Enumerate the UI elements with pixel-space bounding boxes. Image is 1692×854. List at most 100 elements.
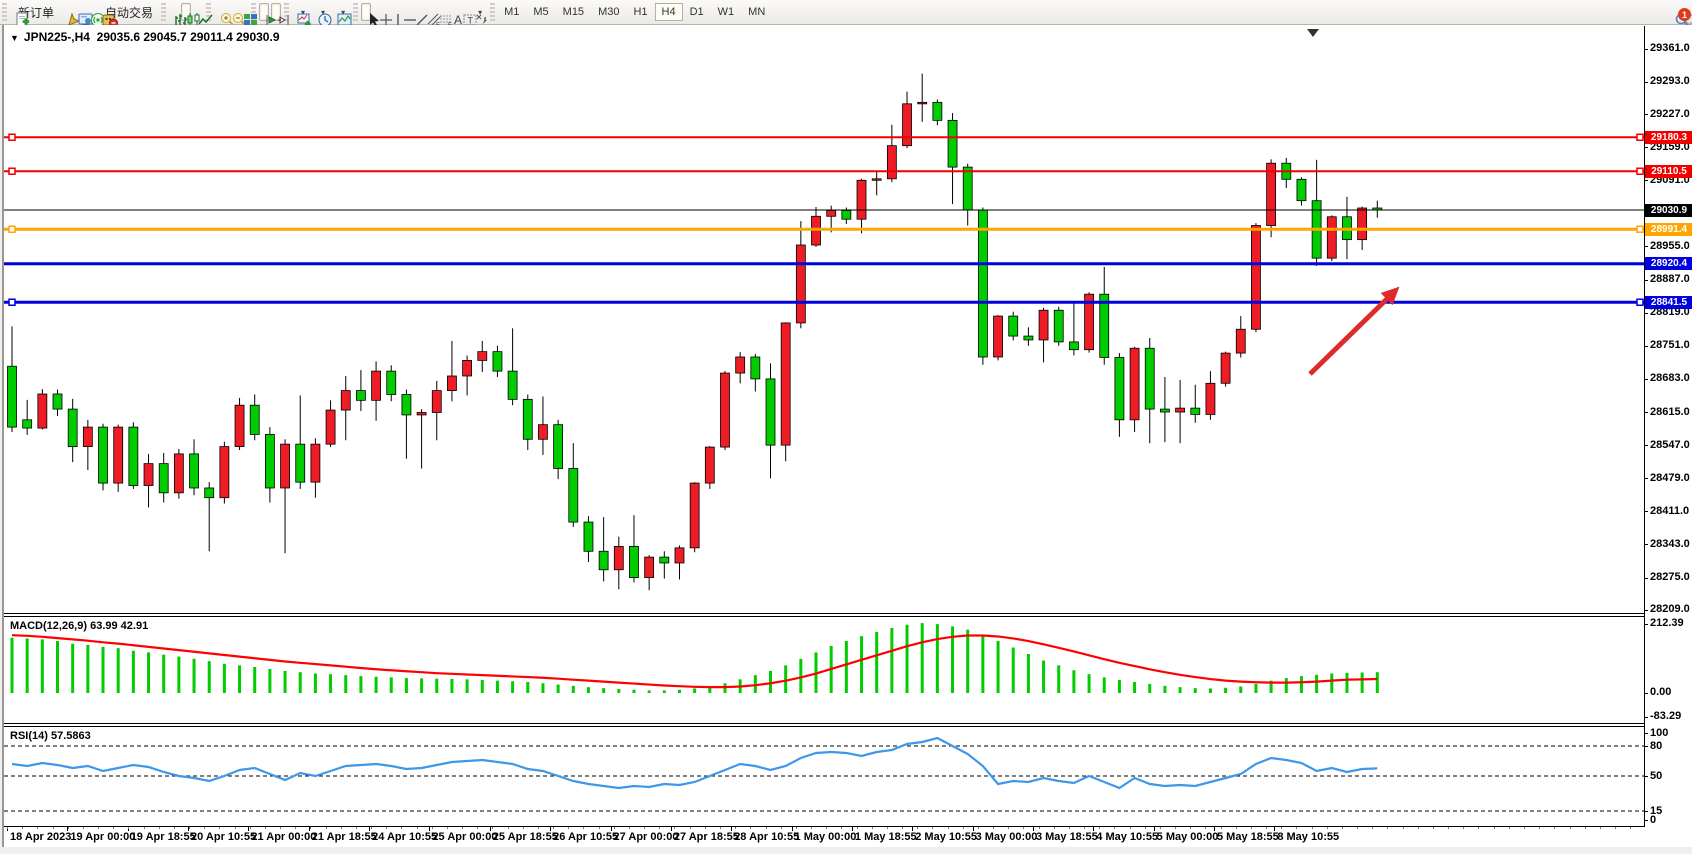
panel-separator[interactable] <box>4 613 1644 614</box>
new-order-button[interactable]: 新订单 <box>10 3 59 21</box>
candle-bull[interactable] <box>372 371 381 400</box>
candle-bear[interactable] <box>23 420 32 428</box>
candle-bear[interactable] <box>190 454 199 488</box>
candle-bull[interactable] <box>311 444 320 482</box>
timeframe-button-H1[interactable]: H1 <box>626 3 654 21</box>
candle-bull[interactable] <box>447 376 456 391</box>
candle-bear[interactable] <box>53 394 62 409</box>
candle-bull[interactable] <box>994 316 1003 357</box>
candle-bear[interactable] <box>205 488 214 498</box>
timeframe-button-M15[interactable]: M15 <box>556 3 591 21</box>
candle-bear[interactable] <box>387 371 396 394</box>
candle-bull[interactable] <box>432 391 441 413</box>
line-handle[interactable] <box>9 168 15 174</box>
candle-bear[interactable] <box>296 444 305 482</box>
timeframe-button-MN[interactable]: MN <box>741 3 772 21</box>
candle-bear[interactable] <box>265 434 274 488</box>
auto-trading-button[interactable]: 自动交易 <box>97 3 158 21</box>
candle-bull[interactable] <box>781 323 790 445</box>
candle-bull[interactable] <box>1221 353 1230 383</box>
candle-bull[interactable] <box>857 180 866 219</box>
chart-shift-marker-icon[interactable] <box>1307 29 1319 37</box>
candlestick-chart[interactable] <box>4 26 1645 613</box>
cursor-tool-button[interactable] <box>361 3 371 21</box>
candle-bear[interactable] <box>523 399 532 439</box>
candle-bull[interactable] <box>478 352 487 361</box>
candle-bull[interactable] <box>614 546 623 569</box>
candle-bear[interactable] <box>99 427 108 483</box>
candle-bear[interactable] <box>1054 310 1063 342</box>
candle-bear[interactable] <box>250 405 259 434</box>
line-handle[interactable] <box>9 226 15 232</box>
timeframe-button-M30[interactable]: M30 <box>591 3 626 21</box>
candle-bull[interactable] <box>341 391 350 410</box>
candle-bull[interactable] <box>690 483 699 548</box>
candle-bull[interactable] <box>538 425 547 440</box>
candle-bull[interactable] <box>675 548 684 563</box>
candle-bear[interactable] <box>159 464 168 493</box>
candle-bull[interactable] <box>1327 217 1336 258</box>
candle-bull[interactable] <box>1251 226 1260 330</box>
candle-bear[interactable] <box>629 546 638 577</box>
candle-bull[interactable] <box>417 413 426 415</box>
candle-bull[interactable] <box>903 104 912 146</box>
candle-bull[interactable] <box>887 146 896 179</box>
candle-bull[interactable] <box>144 464 153 486</box>
candle-bear[interactable] <box>129 427 138 485</box>
periods-button[interactable]: ▾ <box>312 3 330 21</box>
candle-bull[interactable] <box>38 394 47 428</box>
line-handle[interactable] <box>9 299 15 305</box>
candle-bull[interactable] <box>827 210 836 216</box>
candle-bear[interactable] <box>8 366 17 427</box>
bar-chart-type-button[interactable] <box>169 3 179 21</box>
candle-bear[interactable] <box>356 391 365 401</box>
candle-bear[interactable] <box>569 468 578 522</box>
candle-bear[interactable] <box>508 371 517 399</box>
macd-indicator-panel[interactable] <box>4 617 1645 723</box>
candle-bull[interactable] <box>281 444 290 488</box>
candle-bull[interactable] <box>736 357 745 373</box>
panel-separator[interactable] <box>4 723 1644 724</box>
candle-bear[interactable] <box>1115 357 1124 419</box>
timeframe-button-M1[interactable]: M1 <box>497 3 526 21</box>
candle-bull[interactable] <box>235 405 244 446</box>
candle-bear[interactable] <box>68 409 77 446</box>
candle-bear[interactable] <box>766 379 775 445</box>
candle-bear[interactable] <box>1145 348 1154 409</box>
candle-bear[interactable] <box>1297 179 1306 200</box>
candle-bear[interactable] <box>402 394 411 414</box>
candle-bull[interactable] <box>705 447 714 483</box>
candle-bear[interactable] <box>1069 342 1078 350</box>
templates-button[interactable]: ▾ <box>332 3 350 21</box>
timeframe-button-D1[interactable]: D1 <box>683 3 711 21</box>
candle-bull[interactable] <box>463 360 472 376</box>
candle-bear[interactable] <box>842 210 851 219</box>
candle-bull[interactable] <box>720 373 729 447</box>
candle-bull[interactable] <box>1130 348 1139 420</box>
candle-bear[interactable] <box>948 120 957 167</box>
candle-bear[interactable] <box>599 551 608 570</box>
candle-bull[interactable] <box>1267 163 1276 225</box>
auto-scroll-button[interactable] <box>259 3 269 21</box>
candle-bull[interactable] <box>1206 383 1215 414</box>
timeframe-button-H4[interactable]: H4 <box>655 3 683 21</box>
candle-bull[interactable] <box>645 557 654 577</box>
chart-pointer-button[interactable] <box>61 3 71 21</box>
candle-bull[interactable] <box>326 410 335 444</box>
indicators-button[interactable]: ▾ <box>292 3 310 21</box>
candle-bull[interactable] <box>220 447 229 498</box>
timeframe-button-M5[interactable]: M5 <box>526 3 555 21</box>
timeframe-button-W1[interactable]: W1 <box>711 3 742 21</box>
candle-bear[interactable] <box>933 102 942 120</box>
candle-bull[interactable] <box>114 427 123 483</box>
line-handle[interactable] <box>9 134 15 140</box>
candle-bear[interactable] <box>963 167 972 210</box>
candle-bull[interactable] <box>83 427 92 446</box>
candle-bear[interactable] <box>493 352 502 371</box>
candle-bear[interactable] <box>1009 316 1018 336</box>
candle-bull[interactable] <box>1236 329 1245 353</box>
candle-bull[interactable] <box>918 102 927 104</box>
candle-bull[interactable] <box>1358 208 1367 240</box>
candle-bear[interactable] <box>751 357 760 379</box>
candle-bull[interactable] <box>872 179 881 181</box>
